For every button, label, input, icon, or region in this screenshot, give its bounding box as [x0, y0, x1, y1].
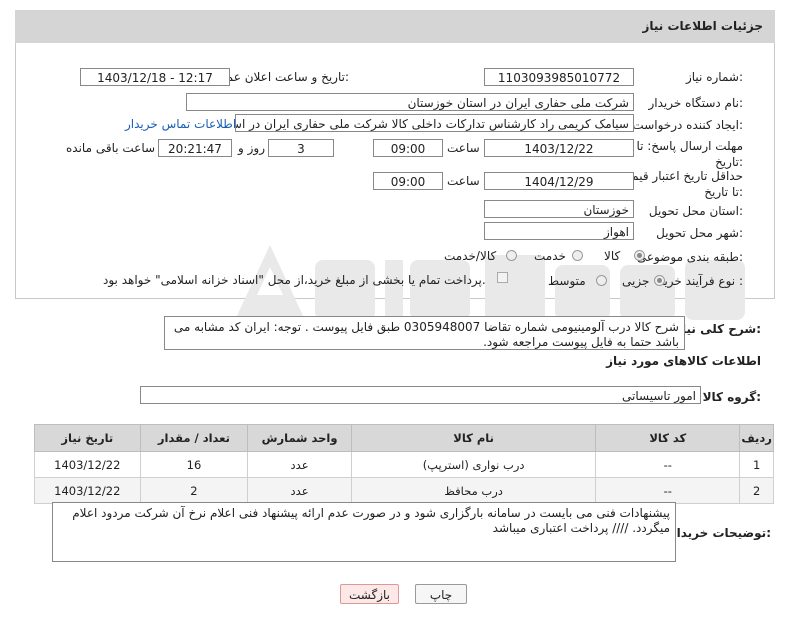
- cell-qty: 2: [139, 477, 249, 504]
- process-partial-radio[interactable]: [654, 275, 665, 286]
- col-unit: واحد شمارش: [247, 424, 352, 452]
- goods-table: تاریخ نیاز تعداد / مقدار واحد شمارش نام …: [34, 424, 774, 504]
- cell-name: درب محافظ: [350, 477, 597, 504]
- table-row: 1403/12/22 2 عدد درب محافظ -- 2: [34, 477, 774, 504]
- cell-unit: عدد: [247, 451, 352, 478]
- col-quantity: تعداد / مقدار: [139, 424, 249, 452]
- category-service-radio[interactable]: [572, 250, 583, 261]
- cell-date: 1403/12/22: [34, 451, 141, 478]
- process-partial-label: جزیی: [622, 274, 650, 288]
- goods-group-label: گروه کالا:: [702, 390, 761, 404]
- back-button[interactable]: بازگشت: [340, 584, 399, 604]
- city-field: اهواز: [484, 222, 634, 240]
- page-header: جزئیات اطلاعات نیاز: [15, 10, 775, 44]
- cell-row: 2: [739, 477, 774, 504]
- buyer-field: شرکت ملی حفاری ایران در استان خوزستان: [186, 93, 634, 111]
- buyer-notes-textarea: پیشنهادات فنی می بایست در سامانه بارگزار…: [52, 502, 676, 562]
- category-both-label: کالا/خدمت: [444, 249, 497, 263]
- print-button[interactable]: چاپ: [415, 584, 467, 604]
- treasury-payment-checkbox[interactable]: [497, 272, 508, 283]
- announce-datetime-field: 1403/12/18 - 12:17: [80, 68, 230, 86]
- table-row: 1403/12/22 16 عدد درب نواری (استرپپ) -- …: [34, 451, 774, 478]
- col-item-name: نام کالا: [350, 424, 597, 452]
- deadline-date-field: 1403/12/22: [484, 139, 634, 157]
- category-both-radio[interactable]: [506, 250, 517, 261]
- col-item-code: کد کالا: [595, 424, 741, 452]
- creator-field: سیامک کریمی راد کارشناس تدارکات داخلی کا…: [235, 114, 634, 132]
- category-goods-radio[interactable]: [634, 250, 645, 261]
- validity-time-label: ساعت: [447, 174, 480, 188]
- goods-section-title: اطلاعات کالاهای مورد نیاز: [606, 354, 761, 368]
- category-goods-label: کالا: [604, 249, 621, 263]
- days-remaining-field: 3: [268, 139, 334, 157]
- province-label: استان محل تحویل:: [648, 204, 743, 218]
- cell-code: --: [595, 451, 741, 478]
- col-row: ردیف: [739, 424, 774, 452]
- cell-unit: عدد: [247, 477, 352, 504]
- page-title: جزئیات اطلاعات نیاز: [642, 19, 763, 33]
- remaining-time-field: 20:21:47: [158, 139, 232, 157]
- description-textarea: شرح کالا درب آلومینیومی شماره تقاضا 0305…: [164, 316, 685, 350]
- need-number-label: شماره نیاز:: [685, 70, 743, 84]
- description-label: شرح کلی نیاز:: [675, 322, 761, 336]
- deadline-time-label: ساعت: [447, 141, 480, 155]
- buyer-label: نام دستگاه خریدار:: [648, 96, 744, 110]
- category-service-label: خدمت: [534, 249, 566, 263]
- category-label: طبقه بندی موضوعی:: [636, 250, 743, 264]
- validity-time-field: 09:00: [373, 172, 443, 190]
- table-header-row: تاریخ نیاز تعداد / مقدار واحد شمارش نام …: [34, 424, 774, 452]
- process-note: پرداخت تمام یا بخشی از مبلغ خرید،از محل …: [103, 273, 486, 287]
- deadline-label: مهلت ارسال پاسخ: تا تاریخ:: [636, 139, 743, 169]
- cell-date: 1403/12/22: [34, 477, 141, 504]
- city-label: شهر محل تحویل:: [656, 226, 743, 240]
- province-field: خوزستان: [484, 200, 634, 218]
- creator-label: ایجاد کننده درخواست:: [632, 118, 743, 132]
- remaining-label: ساعت باقی مانده: [66, 141, 156, 155]
- col-need-date: تاریخ نیاز: [34, 424, 141, 452]
- buyer-notes-label: توضیحات خریدار:: [669, 526, 771, 540]
- need-number-field: 1103093985010772: [484, 68, 634, 86]
- cell-name: درب نواری (استرپپ): [350, 451, 597, 478]
- deadline-time-field: 09:00: [373, 139, 443, 157]
- days-label: روز و: [238, 141, 265, 155]
- cell-row: 1: [739, 451, 774, 478]
- process-medium-radio[interactable]: [596, 275, 607, 286]
- buyer-contact-link[interactable]: اطلاعات تماس خریدار: [125, 117, 236, 131]
- cell-qty: 16: [139, 451, 249, 478]
- process-medium-label: متوسط: [548, 274, 586, 288]
- goods-group-field: امور تاسیساتی: [140, 386, 701, 404]
- validity-date-field: 1404/12/29: [484, 172, 634, 190]
- process-label: نوع فرآیند خرید :: [658, 274, 743, 288]
- cell-code: --: [595, 477, 741, 504]
